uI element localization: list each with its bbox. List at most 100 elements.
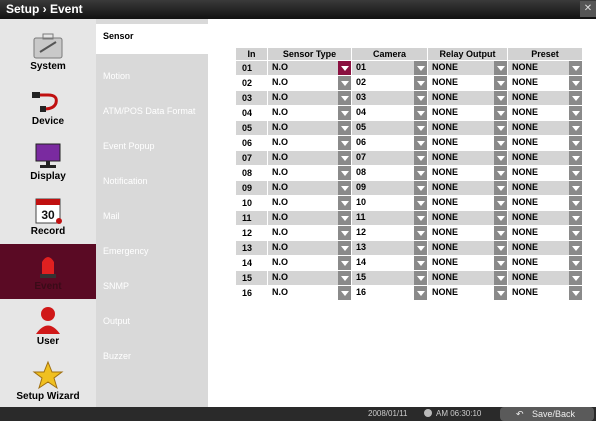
chevron-down-icon[interactable] — [569, 241, 582, 255]
chevron-down-icon[interactable] — [338, 286, 351, 300]
camera-dropdown[interactable]: 12 — [352, 226, 427, 240]
relay-output-dropdown[interactable]: NONE — [428, 106, 507, 120]
preset-dropdown[interactable]: NONE — [508, 226, 582, 240]
chevron-down-icon[interactable] — [569, 151, 582, 165]
submenu-motion[interactable]: Motion — [96, 59, 208, 93]
chevron-down-icon[interactable] — [338, 121, 351, 135]
chevron-down-icon[interactable] — [569, 256, 582, 270]
camera-dropdown[interactable]: 10 — [352, 196, 427, 210]
relay-output-dropdown[interactable]: NONE — [428, 196, 507, 210]
chevron-down-icon[interactable] — [569, 91, 582, 105]
sensor-type-dropdown[interactable]: N.O — [268, 91, 351, 105]
chevron-down-icon[interactable] — [338, 76, 351, 90]
camera-dropdown[interactable]: 16 — [352, 286, 427, 300]
nav-item-record[interactable]: 30 Record — [0, 189, 96, 244]
preset-dropdown[interactable]: NONE — [508, 286, 582, 300]
sensor-type-dropdown[interactable]: N.O — [268, 61, 351, 75]
chevron-down-icon[interactable] — [494, 211, 507, 225]
nav-item-setup-wizard[interactable]: Setup Wizard — [0, 354, 96, 409]
nav-item-system[interactable]: System — [0, 24, 96, 79]
chevron-down-icon[interactable] — [494, 181, 507, 195]
chevron-down-icon[interactable] — [569, 196, 582, 210]
chevron-down-icon[interactable] — [569, 76, 582, 90]
sensor-type-dropdown[interactable]: N.O — [268, 211, 351, 225]
chevron-down-icon[interactable] — [414, 271, 427, 285]
sensor-type-dropdown[interactable]: N.O — [268, 151, 351, 165]
sensor-type-dropdown[interactable]: N.O — [268, 286, 351, 300]
submenu-output[interactable]: Output — [96, 304, 208, 338]
preset-dropdown[interactable]: NONE — [508, 91, 582, 105]
relay-output-dropdown[interactable]: NONE — [428, 286, 507, 300]
chevron-down-icon[interactable] — [414, 91, 427, 105]
camera-dropdown[interactable]: 07 — [352, 151, 427, 165]
camera-dropdown[interactable]: 15 — [352, 271, 427, 285]
sensor-type-dropdown[interactable]: N.O — [268, 196, 351, 210]
chevron-down-icon[interactable] — [414, 196, 427, 210]
chevron-down-icon[interactable] — [338, 211, 351, 225]
relay-output-dropdown[interactable]: NONE — [428, 76, 507, 90]
chevron-down-icon[interactable] — [494, 256, 507, 270]
chevron-down-icon[interactable] — [569, 181, 582, 195]
chevron-down-icon[interactable] — [414, 166, 427, 180]
preset-dropdown[interactable]: NONE — [508, 151, 582, 165]
preset-dropdown[interactable]: NONE — [508, 241, 582, 255]
sensor-type-dropdown[interactable]: N.O — [268, 136, 351, 150]
relay-output-dropdown[interactable]: NONE — [428, 256, 507, 270]
chevron-down-icon[interactable] — [414, 256, 427, 270]
chevron-down-icon[interactable] — [414, 61, 427, 75]
chevron-down-icon[interactable] — [569, 211, 582, 225]
nav-item-user[interactable]: User — [0, 299, 96, 354]
chevron-down-icon[interactable] — [494, 121, 507, 135]
save-back-button[interactable]: ↶ Save/Back — [500, 407, 594, 421]
preset-dropdown[interactable]: NONE — [508, 61, 582, 75]
chevron-down-icon[interactable] — [338, 151, 351, 165]
chevron-down-icon[interactable] — [414, 181, 427, 195]
chevron-down-icon[interactable] — [338, 106, 351, 120]
chevron-down-icon[interactable] — [494, 196, 507, 210]
submenu-atm-pos[interactable]: ATM/POS Data Format — [96, 94, 208, 128]
sensor-type-dropdown[interactable]: N.O — [268, 241, 351, 255]
chevron-down-icon[interactable] — [338, 226, 351, 240]
relay-output-dropdown[interactable]: NONE — [428, 241, 507, 255]
submenu-emergency[interactable]: Emergency — [96, 234, 208, 268]
relay-output-dropdown[interactable]: NONE — [428, 166, 507, 180]
sensor-type-dropdown[interactable]: N.O — [268, 76, 351, 90]
chevron-down-icon[interactable] — [569, 286, 582, 300]
nav-item-event[interactable]: Event — [0, 244, 96, 299]
chevron-down-icon[interactable] — [338, 136, 351, 150]
sensor-type-dropdown[interactable]: N.O — [268, 121, 351, 135]
preset-dropdown[interactable]: NONE — [508, 256, 582, 270]
chevron-down-icon[interactable] — [494, 91, 507, 105]
preset-dropdown[interactable]: NONE — [508, 166, 582, 180]
camera-dropdown[interactable]: 03 — [352, 91, 427, 105]
chevron-down-icon[interactable] — [569, 106, 582, 120]
relay-output-dropdown[interactable]: NONE — [428, 271, 507, 285]
sensor-type-dropdown[interactable]: N.O — [268, 226, 351, 240]
nav-item-device[interactable]: Device — [0, 79, 96, 134]
chevron-down-icon[interactable] — [414, 286, 427, 300]
chevron-down-icon[interactable] — [494, 166, 507, 180]
preset-dropdown[interactable]: NONE — [508, 181, 582, 195]
preset-dropdown[interactable]: NONE — [508, 271, 582, 285]
camera-dropdown[interactable]: 06 — [352, 136, 427, 150]
relay-output-dropdown[interactable]: NONE — [428, 181, 507, 195]
chevron-down-icon[interactable] — [494, 241, 507, 255]
chevron-down-icon[interactable] — [494, 286, 507, 300]
sensor-type-dropdown[interactable]: N.O — [268, 271, 351, 285]
chevron-down-icon[interactable] — [414, 211, 427, 225]
sensor-type-dropdown[interactable]: N.O — [268, 106, 351, 120]
submenu-sensor[interactable]: Sensor — [96, 24, 208, 54]
chevron-down-icon[interactable] — [569, 166, 582, 180]
camera-dropdown[interactable]: 13 — [352, 241, 427, 255]
camera-dropdown[interactable]: 05 — [352, 121, 427, 135]
preset-dropdown[interactable]: NONE — [508, 211, 582, 225]
submenu-notification[interactable]: Notification — [96, 164, 208, 198]
relay-output-dropdown[interactable]: NONE — [428, 226, 507, 240]
chevron-down-icon[interactable] — [569, 226, 582, 240]
chevron-down-icon[interactable] — [338, 166, 351, 180]
chevron-down-icon[interactable] — [494, 61, 507, 75]
chevron-down-icon[interactable] — [569, 271, 582, 285]
chevron-down-icon[interactable] — [414, 151, 427, 165]
relay-output-dropdown[interactable]: NONE — [428, 121, 507, 135]
submenu-buzzer[interactable]: Buzzer — [96, 339, 208, 373]
